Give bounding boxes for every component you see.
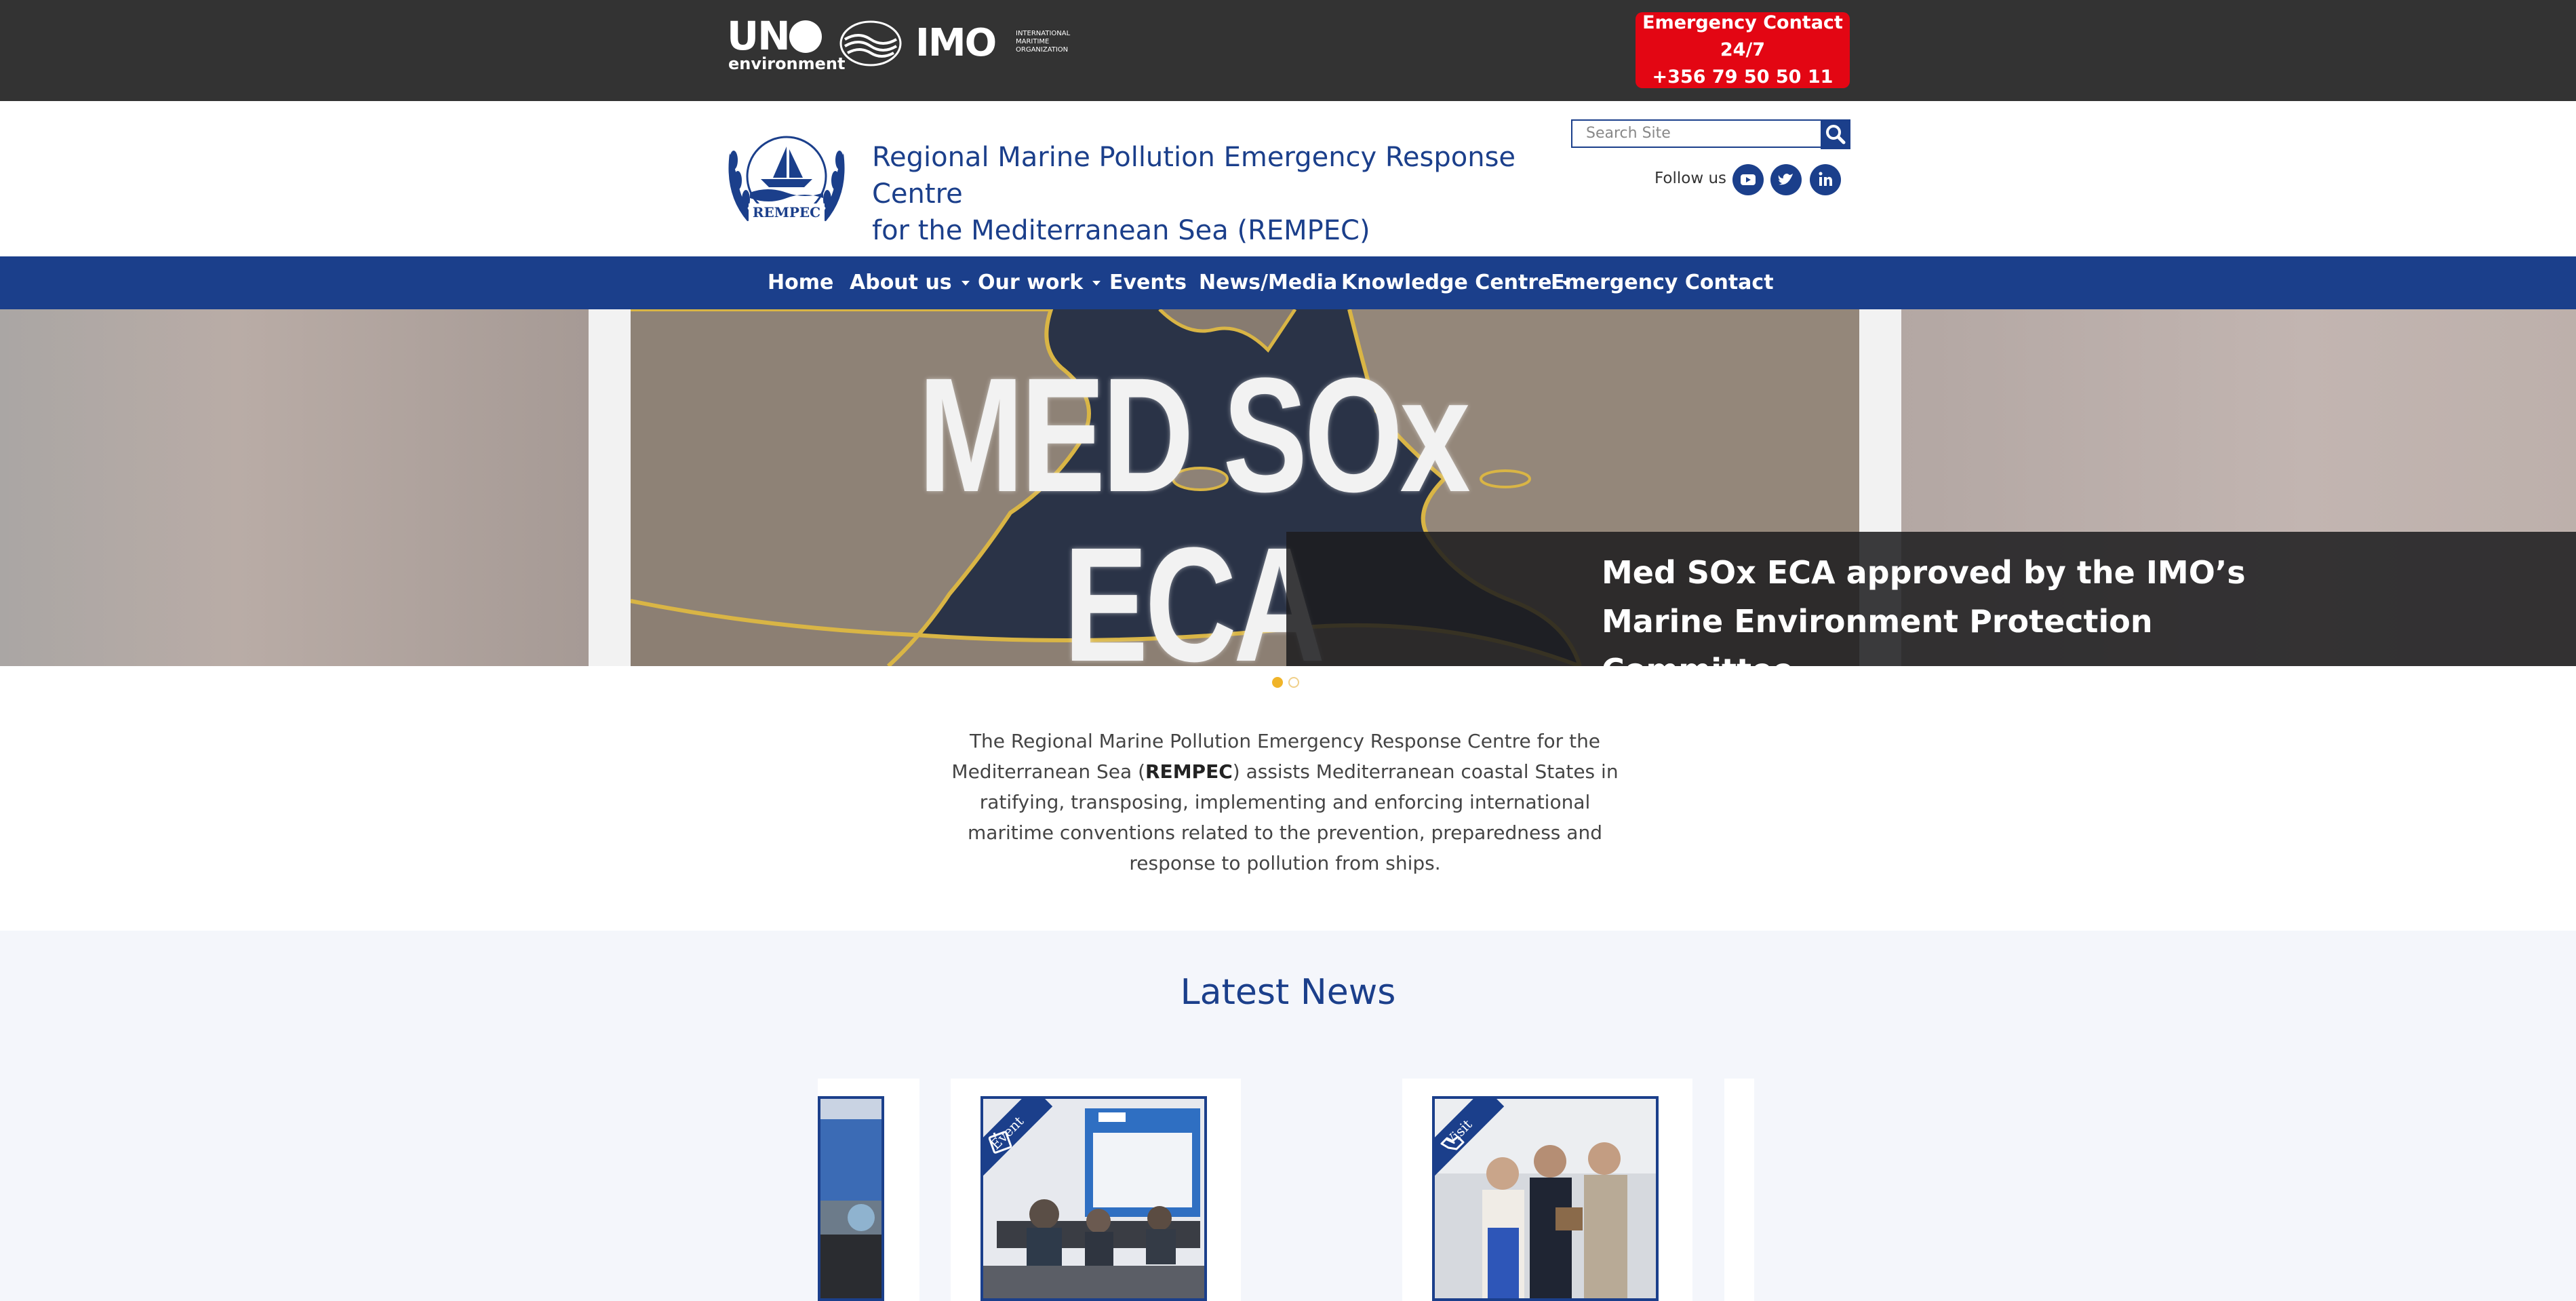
- twitter-link[interactable]: [1770, 164, 1802, 195]
- handshake-icon: [1440, 1135, 1465, 1150]
- youtube-link[interactable]: [1732, 164, 1764, 195]
- hero-background-left: [0, 309, 590, 666]
- un-emblem-icon: [789, 20, 822, 53]
- search-icon: [1826, 125, 1846, 144]
- news-card-image: Visit: [1432, 1096, 1659, 1301]
- news-card-image: Event: [980, 1096, 1207, 1301]
- emergency-phone-number: +356 79 50 50 11: [1652, 66, 1834, 88]
- nav-news-media[interactable]: News/Media: [1199, 256, 1337, 309]
- emergency-contact-label: Emergency Contact 24/7: [1642, 12, 1843, 60]
- site-title[interactable]: Regional Marine Pollution Emergency Resp…: [872, 139, 1543, 249]
- top-bar: [0, 0, 2576, 101]
- un-logo-subtitle: environment: [728, 54, 846, 73]
- hero-caption[interactable]: Med SOx ECA approved by the IMO’s Marine…: [1602, 548, 2280, 666]
- imo-logo-text: IMO: [915, 21, 997, 65]
- un-logo-text: UN: [727, 13, 791, 59]
- un-environment-logo[interactable]: UN environment: [727, 13, 846, 73]
- map-emblem-logo[interactable]: [838, 19, 903, 68]
- news-card-image: [818, 1096, 884, 1301]
- follow-us-label: Follow us: [1654, 170, 1727, 187]
- youtube-icon: [1741, 174, 1756, 185]
- imo-logo-fullname: INTERNATIONAL MARITIME ORGANIZATION: [1016, 30, 1071, 54]
- news-card[interactable]: Visit: [1402, 1079, 1692, 1301]
- rempec-logo[interactable]: REMPEC: [720, 119, 853, 235]
- nav-events[interactable]: Events: [1109, 256, 1187, 309]
- calendar-icon: [988, 1131, 1012, 1154]
- intro-bold-acronym: REMPEC: [1145, 760, 1233, 783]
- nav-our-work[interactable]: Our work: [978, 256, 1101, 309]
- news-card[interactable]: Event: [951, 1079, 1241, 1301]
- linkedin-icon: [1819, 172, 1832, 186]
- slider-dot-2[interactable]: [1288, 677, 1299, 688]
- linkedin-link[interactable]: [1810, 164, 1841, 195]
- emergency-contact-button[interactable]: Emergency Contact 24/7 +356 79 50 50 11: [1636, 12, 1850, 88]
- slider-dot-1[interactable]: [1272, 677, 1283, 688]
- site-title-line2: for the Mediterranean Sea (REMPEC): [872, 215, 1370, 246]
- rempec-logo-text: REMPEC: [753, 204, 820, 220]
- intro-paragraph: The Regional Marine Pollution Emergency …: [951, 730, 1619, 874]
- nav-emergency-contact[interactable]: Emergency Contact: [1551, 256, 1774, 309]
- nav-knowledge-centre[interactable]: Knowledge Centre: [1341, 256, 1570, 309]
- search-button[interactable]: [1821, 119, 1850, 149]
- imo-logo[interactable]: IMO INTERNATIONAL MARITIME ORGANIZATION: [915, 23, 1078, 64]
- twitter-icon: [1778, 174, 1793, 185]
- latest-news-heading: Latest News: [1180, 972, 1396, 1013]
- hero-slider[interactable]: MED SOx ECA Med SOx ECA approved by the …: [0, 309, 2576, 666]
- site-title-line1: Regional Marine Pollution Emergency Resp…: [872, 142, 1516, 210]
- nav-about-us[interactable]: About us: [850, 256, 970, 309]
- news-card[interactable]: [818, 1079, 919, 1301]
- nav-home[interactable]: Home: [768, 256, 833, 309]
- news-card[interactable]: [1724, 1079, 1754, 1301]
- chevron-down-icon: [961, 281, 970, 286]
- search-input[interactable]: Search Site: [1571, 119, 1822, 148]
- chevron-down-icon: [1092, 281, 1101, 286]
